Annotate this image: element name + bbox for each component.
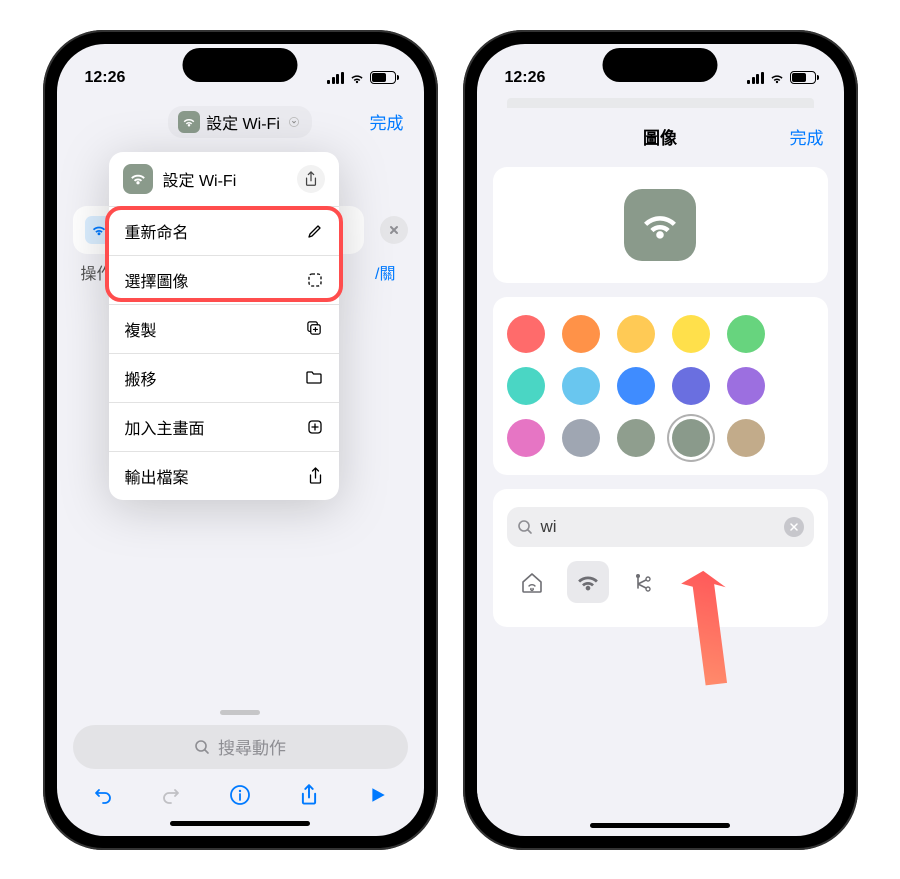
wifi-icon[interactable] bbox=[567, 561, 609, 603]
status-right bbox=[747, 71, 816, 84]
cellular-icon bbox=[747, 72, 764, 84]
icon-preview bbox=[624, 189, 696, 261]
menu-item-label: 輸出檔案 bbox=[125, 464, 189, 488]
menu-item-label: 加入主畫面 bbox=[125, 415, 205, 439]
color-swatch[interactable] bbox=[617, 367, 655, 405]
cellular-icon bbox=[327, 72, 344, 84]
home-wifi-icon[interactable] bbox=[511, 561, 553, 603]
popover-title: 設定 Wi-Fi bbox=[163, 167, 287, 191]
menu-item-label: 重新命名 bbox=[125, 219, 189, 243]
popover-header: 設定 Wi-Fi bbox=[109, 152, 339, 207]
done-button[interactable]: 完成 bbox=[790, 124, 824, 149]
sheet-grabber[interactable] bbox=[220, 710, 260, 715]
bottom-toolbar bbox=[73, 769, 408, 817]
done-button[interactable]: 完成 bbox=[370, 109, 404, 134]
menu-item-move[interactable]: 搬移 bbox=[109, 354, 339, 403]
home-indicator bbox=[170, 821, 310, 826]
color-swatch[interactable] bbox=[672, 367, 710, 405]
menu-item-rename[interactable]: 重新命名 bbox=[109, 207, 339, 256]
run-button[interactable] bbox=[366, 783, 390, 807]
color-swatch[interactable] bbox=[562, 315, 600, 353]
wifi-status-icon bbox=[349, 72, 365, 84]
pencil-icon bbox=[307, 223, 323, 239]
search-placeholder: 搜尋動作 bbox=[218, 734, 286, 759]
sheet-title: 圖像 bbox=[643, 129, 677, 148]
sheet-header: 圖像 完成 bbox=[477, 112, 844, 161]
wifi-icon bbox=[178, 111, 200, 133]
color-swatch[interactable] bbox=[562, 419, 600, 457]
info-button[interactable] bbox=[228, 783, 252, 807]
wifi-status-icon bbox=[769, 72, 785, 84]
phone-right: 12:26 圖像 完成 bbox=[463, 30, 858, 850]
color-swatch[interactable] bbox=[617, 419, 655, 457]
color-swatch[interactable] bbox=[727, 367, 765, 405]
battery-icon bbox=[790, 71, 816, 84]
dynamic-island bbox=[183, 48, 298, 82]
bottom-area: 搜尋動作 bbox=[57, 710, 424, 826]
menu-item-add-to-home[interactable]: 加入主畫面 bbox=[109, 403, 339, 452]
undo-button[interactable] bbox=[91, 783, 115, 807]
status-time: 12:26 bbox=[85, 69, 126, 87]
duplicate-icon bbox=[306, 320, 323, 337]
share-icon bbox=[308, 467, 323, 485]
satellite-icon[interactable] bbox=[623, 561, 665, 603]
menu-item-label: 選擇圖像 bbox=[125, 268, 189, 292]
search-icon bbox=[194, 739, 210, 755]
color-swatch[interactable] bbox=[672, 315, 710, 353]
color-swatch[interactable] bbox=[727, 419, 765, 457]
color-swatch[interactable] bbox=[507, 419, 545, 457]
screen-right: 12:26 圖像 完成 bbox=[477, 44, 844, 836]
color-swatch[interactable] bbox=[562, 367, 600, 405]
color-picker-card bbox=[493, 297, 828, 475]
icon-preview-card bbox=[493, 167, 828, 283]
menu-item-label: 搬移 bbox=[125, 366, 157, 390]
search-actions-field[interactable]: 搜尋動作 bbox=[73, 725, 408, 769]
color-swatch[interactable] bbox=[727, 315, 765, 353]
glyph-search-field[interactable]: wi bbox=[507, 507, 814, 547]
menu-item-export[interactable]: 輸出檔案 bbox=[109, 452, 339, 500]
folder-icon bbox=[305, 370, 323, 385]
color-swatch[interactable] bbox=[507, 367, 545, 405]
menu-item-duplicate[interactable]: 複製 bbox=[109, 305, 339, 354]
glyph-search-card: wi bbox=[493, 489, 828, 627]
phone-left: 12:26 設定 Wi-Fi 完成 bbox=[43, 30, 438, 850]
menu-item-choose-image[interactable]: 選擇圖像 bbox=[109, 256, 339, 305]
status-time: 12:26 bbox=[505, 69, 546, 87]
dashed-square-icon bbox=[307, 272, 323, 288]
redo-button[interactable] bbox=[159, 783, 183, 807]
screen-left: 12:26 設定 Wi-Fi 完成 bbox=[57, 44, 424, 836]
header-bar: 設定 Wi-Fi 完成 bbox=[57, 98, 424, 146]
share-button[interactable] bbox=[297, 783, 321, 807]
menu-item-label: 複製 bbox=[125, 317, 157, 341]
wifi-icon bbox=[639, 210, 681, 240]
search-value: wi bbox=[541, 517, 557, 537]
color-swatch[interactable] bbox=[617, 315, 655, 353]
shortcut-title: 設定 Wi-Fi bbox=[206, 110, 280, 134]
dynamic-island bbox=[603, 48, 718, 82]
share-button[interactable] bbox=[297, 165, 325, 193]
color-swatch[interactable] bbox=[507, 315, 545, 353]
clear-icon[interactable] bbox=[784, 517, 804, 537]
wifi-icon bbox=[123, 164, 153, 194]
plus-square-icon bbox=[307, 419, 323, 435]
status-right bbox=[327, 71, 396, 84]
context-menu-popover: 設定 Wi-Fi 重新命名 選擇圖像 bbox=[109, 152, 339, 500]
background-sheet-hint bbox=[507, 98, 814, 108]
chevron-down-icon bbox=[286, 114, 302, 130]
home-indicator bbox=[590, 823, 730, 828]
color-swatch[interactable] bbox=[672, 419, 710, 457]
battery-icon bbox=[370, 71, 396, 84]
shortcut-title-pill[interactable]: 設定 Wi-Fi bbox=[168, 106, 312, 138]
search-icon bbox=[517, 519, 533, 535]
